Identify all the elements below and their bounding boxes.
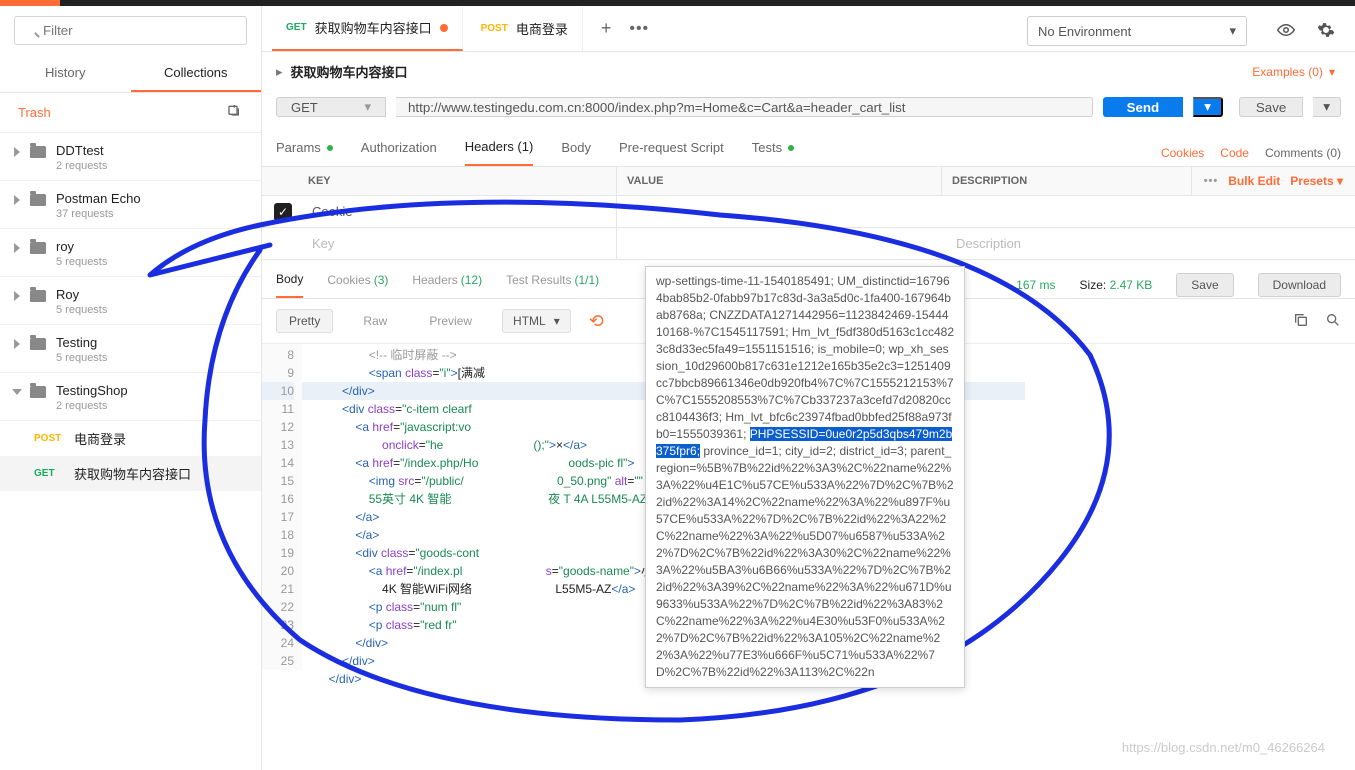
tab-options-icon[interactable]: ••• (629, 20, 649, 38)
view-raw[interactable]: Raw (351, 310, 399, 332)
search-icon[interactable] (1325, 312, 1341, 331)
method-badge: GET (34, 468, 64, 479)
checkbox-checked-icon[interactable]: ✓ (274, 203, 292, 221)
response-tab-headers[interactable]: Headers(12) (412, 273, 482, 297)
collapse-icon[interactable]: ▸ (276, 64, 283, 80)
tab-prerequest[interactable]: Pre-request Script (619, 140, 724, 165)
collection-item[interactable]: Postman Echo37 requests (0, 181, 261, 229)
tab-body[interactable]: Body (561, 140, 591, 165)
value-tooltip: wp-settings-time-11-1540185491; UM_disti… (645, 266, 965, 688)
dirty-indicator (440, 24, 448, 32)
header-row-new[interactable]: Key Description (262, 228, 1355, 260)
collection-item[interactable]: Testing5 requests (0, 325, 261, 373)
save-button[interactable]: Save (1239, 97, 1303, 117)
save-response-button[interactable]: Save (1176, 273, 1233, 297)
comments-link[interactable]: Comments (0) (1265, 146, 1341, 160)
column-key: KEY (262, 167, 617, 195)
presets-dropdown[interactable]: Presets ▾ (1290, 174, 1343, 188)
response-tab-cookies[interactable]: Cookies(3) (327, 273, 388, 297)
send-button[interactable]: Send (1103, 97, 1184, 117)
trash-link[interactable]: Trash (18, 105, 51, 120)
save-options[interactable]: ▾ (1313, 97, 1341, 117)
response-tab-tests[interactable]: Test Results(1/1) (506, 273, 599, 297)
code-link[interactable]: Code (1220, 146, 1249, 160)
folder-icon (30, 338, 46, 350)
eye-icon[interactable] (1277, 21, 1295, 42)
download-button[interactable]: Download (1258, 273, 1341, 297)
new-tab-button[interactable]: + (587, 18, 626, 39)
environment-select[interactable]: No Environment▾ (1027, 16, 1247, 46)
cookies-link[interactable]: Cookies (1161, 146, 1204, 160)
send-options[interactable]: ▾ (1193, 97, 1223, 117)
view-preview[interactable]: Preview (417, 310, 484, 332)
gear-icon[interactable] (1317, 21, 1335, 42)
tab-headers[interactable]: Headers (1) (465, 139, 534, 166)
filter-input[interactable] (14, 16, 247, 45)
request-item[interactable]: POST 电商登录 (0, 421, 261, 456)
response-size: Size: 2.47 KB (1080, 278, 1153, 292)
method-select[interactable]: GET▾ (276, 97, 386, 117)
method-badge: POST (34, 433, 64, 444)
url-input[interactable] (396, 97, 1093, 117)
folder-icon (30, 242, 46, 254)
watermark: https://blog.csdn.net/m0_46266264 (1122, 740, 1325, 755)
sidebar: History Collections Trash DDTtest2 reque… (0, 6, 262, 770)
request-item[interactable]: GET 获取购物车内容接口 (0, 456, 261, 491)
response-time: 167 ms (1016, 278, 1055, 292)
tab-history[interactable]: History (0, 55, 131, 92)
examples-dropdown[interactable]: Examples (0)▾ (1252, 65, 1335, 79)
collection-item[interactable]: roy5 requests (0, 229, 261, 277)
request-title: 获取购物车内容接口 (291, 62, 408, 81)
collection-item[interactable]: TestingShop2 requests (0, 373, 261, 421)
tab-tests[interactable]: Tests (752, 140, 794, 165)
response-tab-body[interactable]: Body (276, 272, 303, 298)
request-tab[interactable]: POST 电商登录 (467, 7, 583, 51)
column-value: VALUE (617, 167, 942, 195)
format-select[interactable]: HTML▾ (502, 309, 571, 333)
tab-authorization[interactable]: Authorization (361, 140, 437, 165)
tab-collections[interactable]: Collections (131, 55, 262, 92)
folder-icon (30, 386, 46, 398)
tab-params[interactable]: Params (276, 140, 333, 165)
column-description: DESCRIPTION (942, 167, 1192, 195)
header-options-icon[interactable]: ••• (1204, 175, 1219, 187)
collection-item[interactable]: DDTtest2 requests (0, 133, 261, 181)
request-tab[interactable]: GET 获取购物车内容接口 (272, 7, 463, 51)
header-row[interactable]: ✓ Cookie (262, 196, 1355, 228)
copy-icon[interactable] (1293, 312, 1309, 331)
new-collection-icon[interactable] (227, 103, 243, 122)
bulk-edit-link[interactable]: Bulk Edit (1228, 174, 1280, 188)
folder-icon (30, 290, 46, 302)
folder-icon (30, 194, 46, 206)
view-pretty[interactable]: Pretty (276, 309, 333, 333)
collection-item[interactable]: Roy5 requests (0, 277, 261, 325)
folder-icon (30, 146, 46, 158)
wrap-icon[interactable]: ⟲ (589, 311, 604, 332)
